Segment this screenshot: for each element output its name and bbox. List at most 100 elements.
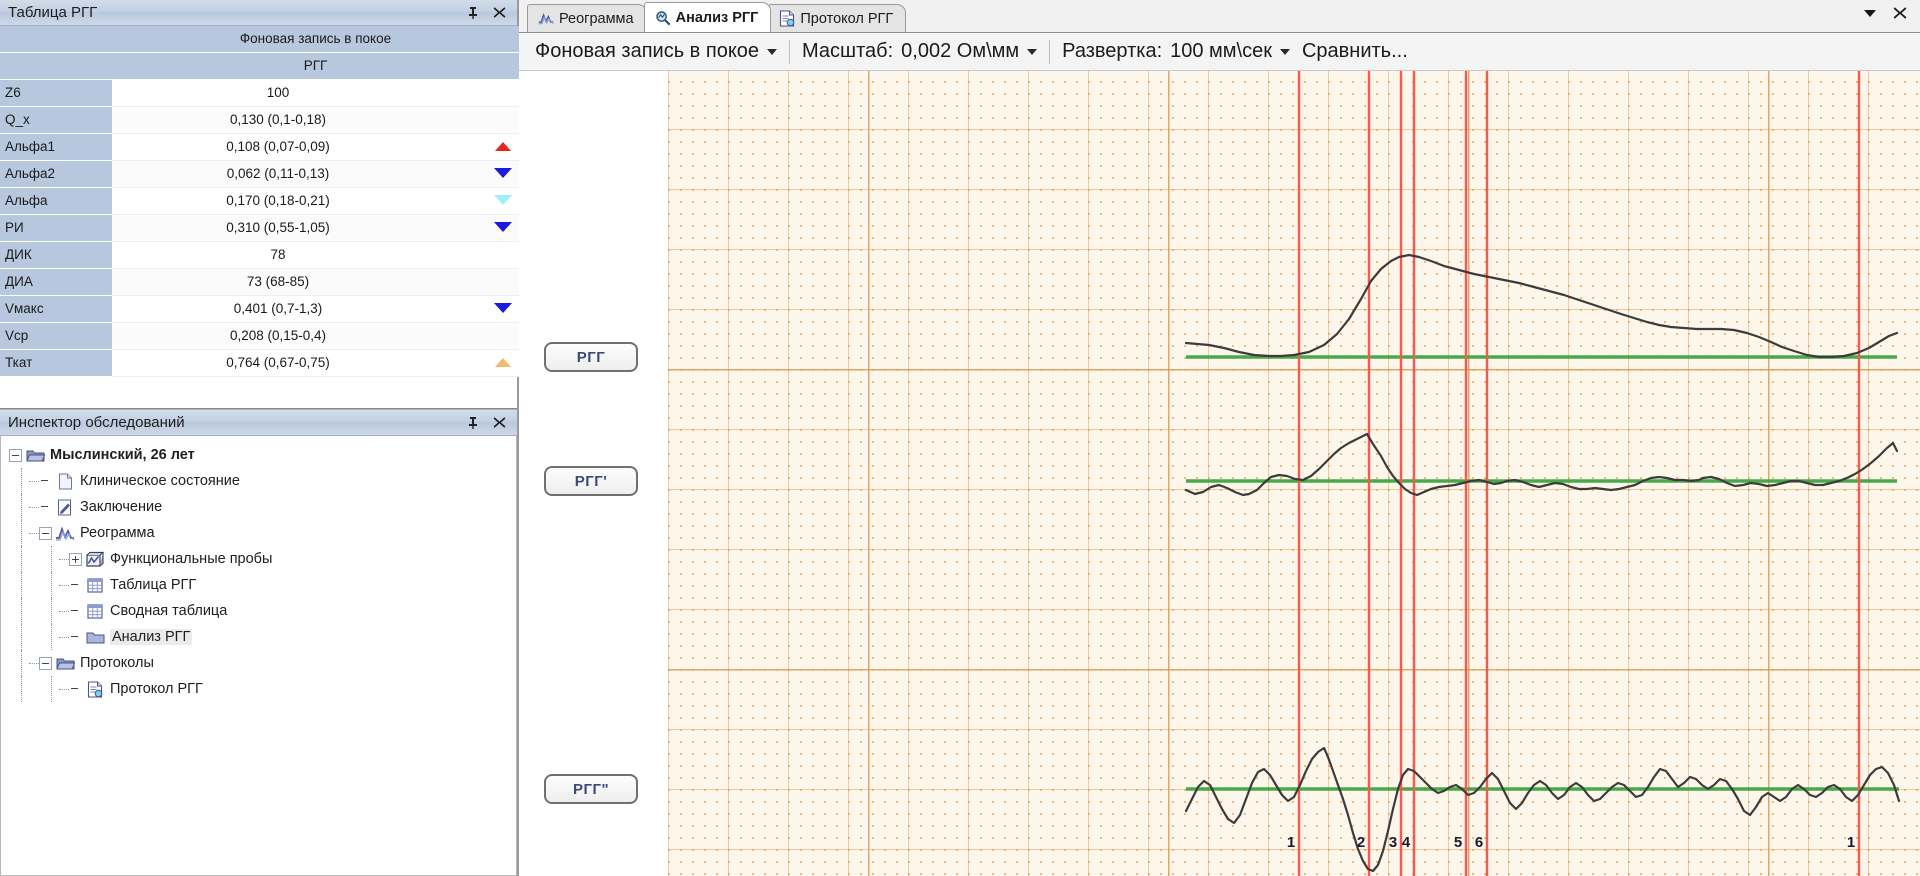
close-icon[interactable] [491, 5, 507, 21]
study-selector-value: Фоновая запись в покое [535, 40, 760, 62]
left-dock-column: Таблица РГГ Фоновая запись в покое РГГ Z… [0, 0, 520, 876]
tab-1[interactable]: Реограмма [527, 4, 647, 32]
collapse-minus-icon[interactable] [39, 656, 52, 670]
table-row-value: 78 [112, 241, 486, 269]
pin-icon[interactable] [465, 5, 481, 21]
rgg-table-body: Z6 100 Q_x 0,130 (0,1-0,18) Альфа1 0,108 (0,0… [0, 79, 520, 377]
tab-label: Анализ РГГ [675, 9, 759, 26]
tree-item[interactable]: Функциональные пробы [9, 546, 516, 572]
grid-table-icon [85, 602, 105, 620]
tab-3[interactable]: Протокол РГГ [768, 4, 907, 32]
scale-label: Масштаб: [802, 40, 894, 62]
table-row-name: ДИК [0, 241, 112, 269]
tree-indent [9, 650, 39, 676]
table-row-indicator-empty [486, 241, 520, 269]
toolbar-separator [1049, 39, 1051, 64]
table-row[interactable]: РИ 0,310 (0,55-1,05) [0, 214, 520, 242]
table-row-value: 0,108 (0,07-0,09) [112, 133, 486, 161]
table-row[interactable]: Q_x 0,130 (0,1-0,18) [0, 106, 520, 134]
table-row[interactable]: ДИК 78 [0, 241, 520, 269]
table-row[interactable]: Альфа2 0,062 (0,11-0,13) [0, 160, 520, 188]
table-row-name: ДИА [0, 268, 112, 296]
inspector-tree[interactable]: Мыслинский, 26 лет Клиническое состояние З… [0, 436, 517, 876]
tab-2[interactable]: Анализ РГГ [643, 2, 772, 32]
chart-canvas [1184, 71, 1901, 876]
table-row-value: 0,764 (0,67-0,75) [112, 349, 486, 377]
scale-dropdown[interactable]: Масштаб: 0,002 Ом\мм [796, 40, 1043, 63]
table-row-value: 0,170 (0,18-0,21) [112, 187, 486, 215]
rgg-table-header-blank-1 [0, 26, 112, 53]
chevron-down-icon[interactable] [1862, 5, 1878, 21]
compare-label: Сравнить... [1301, 40, 1408, 62]
tree-indent [9, 546, 69, 572]
inspector-panel-caption-buttons [465, 415, 513, 431]
tree-item[interactable]: Мыслинский, 26 лет [9, 442, 516, 468]
close-icon[interactable] [1892, 5, 1908, 21]
application-window: Таблица РГГ Фоновая запись в покое РГГ Z… [0, 0, 1920, 876]
signal-label-1[interactable]: РГГ [544, 342, 638, 372]
table-row[interactable]: Альфа1 0,108 (0,07-0,09) [0, 133, 520, 161]
marker-number-5: 5 [1453, 834, 1463, 851]
arrow-down-icon [486, 187, 520, 215]
table-row-value: 0,130 (0,1-0,18) [112, 106, 486, 134]
folder-open-icon [25, 446, 45, 464]
tree-item-label: Клиническое состояние [80, 473, 240, 489]
sweep-dropdown[interactable]: Развертка: 100 мм\сек [1056, 40, 1296, 63]
expand-plus-icon[interactable] [69, 552, 82, 566]
tree-item[interactable]: Таблица РГГ [9, 572, 516, 598]
signal-label-2[interactable]: РГГ' [544, 466, 638, 496]
chevron-down-icon [1279, 48, 1290, 55]
table-row[interactable]: Ткат 0,764 (0,67-0,75) [0, 349, 520, 377]
table-row-name: Vср [0, 322, 112, 350]
collapse-minus-icon[interactable] [39, 526, 52, 540]
tree-item-label: Функциональные пробы [110, 551, 273, 567]
close-icon[interactable] [491, 415, 507, 431]
protocol-icon [779, 10, 795, 27]
table-row[interactable]: Альфа 0,170 (0,18-0,21) [0, 187, 520, 215]
tree-item[interactable]: Сводная таблица [9, 598, 516, 624]
pin-icon[interactable] [465, 415, 481, 431]
arrow-up-icon [486, 133, 520, 161]
rgg-chart[interactable]: РГГ РГГ' РГГ" 1234561 [519, 71, 1920, 876]
table-row-value: 0,208 (0,15-0,4) [112, 322, 486, 350]
analysis-icon [655, 10, 671, 26]
tree-item[interactable]: Анализ РГГ [9, 624, 516, 650]
table-row[interactable]: ДИА 73 (68-85) [0, 268, 520, 296]
marker-lines-group [1297, 71, 1861, 876]
rgg-table-head: Фоновая запись в покое РГГ [0, 26, 520, 80]
table-row-name: Q_x [0, 106, 112, 134]
chevron-down-icon [767, 48, 778, 55]
tree-item[interactable]: Протокол РГГ [9, 676, 516, 702]
tree-item[interactable]: Клиническое состояние [9, 468, 516, 494]
traces-group [1184, 253, 1901, 873]
document-icon [55, 472, 75, 490]
rgg-table[interactable]: Фоновая запись в покое РГГ Z6 100 Q_x 0,130… [0, 26, 520, 377]
scale-value: 0,002 Ом\мм [901, 40, 1020, 62]
table-row[interactable]: Vср 0,208 (0,15-0,4) [0, 322, 520, 350]
tree-item[interactable]: Протоколы [9, 650, 516, 676]
table-row[interactable]: Vмакс 0,401 (0,7-1,3) [0, 295, 520, 323]
compare-button[interactable]: Сравнить... [1296, 40, 1414, 63]
tree-indent [9, 676, 69, 702]
tree-item-label: Заключение [80, 499, 163, 515]
tree-item[interactable]: Реограмма [9, 520, 516, 546]
marker-number-6: 6 [1474, 834, 1484, 851]
tree-item[interactable]: Заключение [9, 494, 516, 520]
arrow-down-icon [486, 160, 520, 188]
tree-item-label: Протокол РГГ [110, 681, 203, 697]
tree-item-label: Анализ РГГ [110, 629, 193, 645]
study-selector-dropdown[interactable]: Фоновая запись в покое [529, 40, 783, 63]
table-row[interactable]: Z6 100 [0, 79, 520, 107]
sweep-label: Развертка: [1062, 40, 1163, 62]
collapse-minus-icon[interactable] [9, 448, 22, 462]
arrow-up-icon [486, 349, 520, 377]
signal-label-3[interactable]: РГГ" [544, 774, 638, 804]
grid-table-icon [85, 576, 105, 594]
rgg-table-panel-caption: Таблица РГГ [0, 0, 517, 26]
tabs-container: Реограмма Анализ РГГ Протокол РГГ [527, 2, 907, 32]
table-row-value: 0,401 (0,7-1,3) [112, 295, 486, 323]
tree-item-label: Мыслинский, 26 лет [50, 447, 195, 463]
document-area: Реограмма Анализ РГГ Протокол РГГ Фоновая … [519, 0, 1920, 876]
waveform-icon [55, 524, 75, 542]
folder-icon [85, 628, 105, 646]
